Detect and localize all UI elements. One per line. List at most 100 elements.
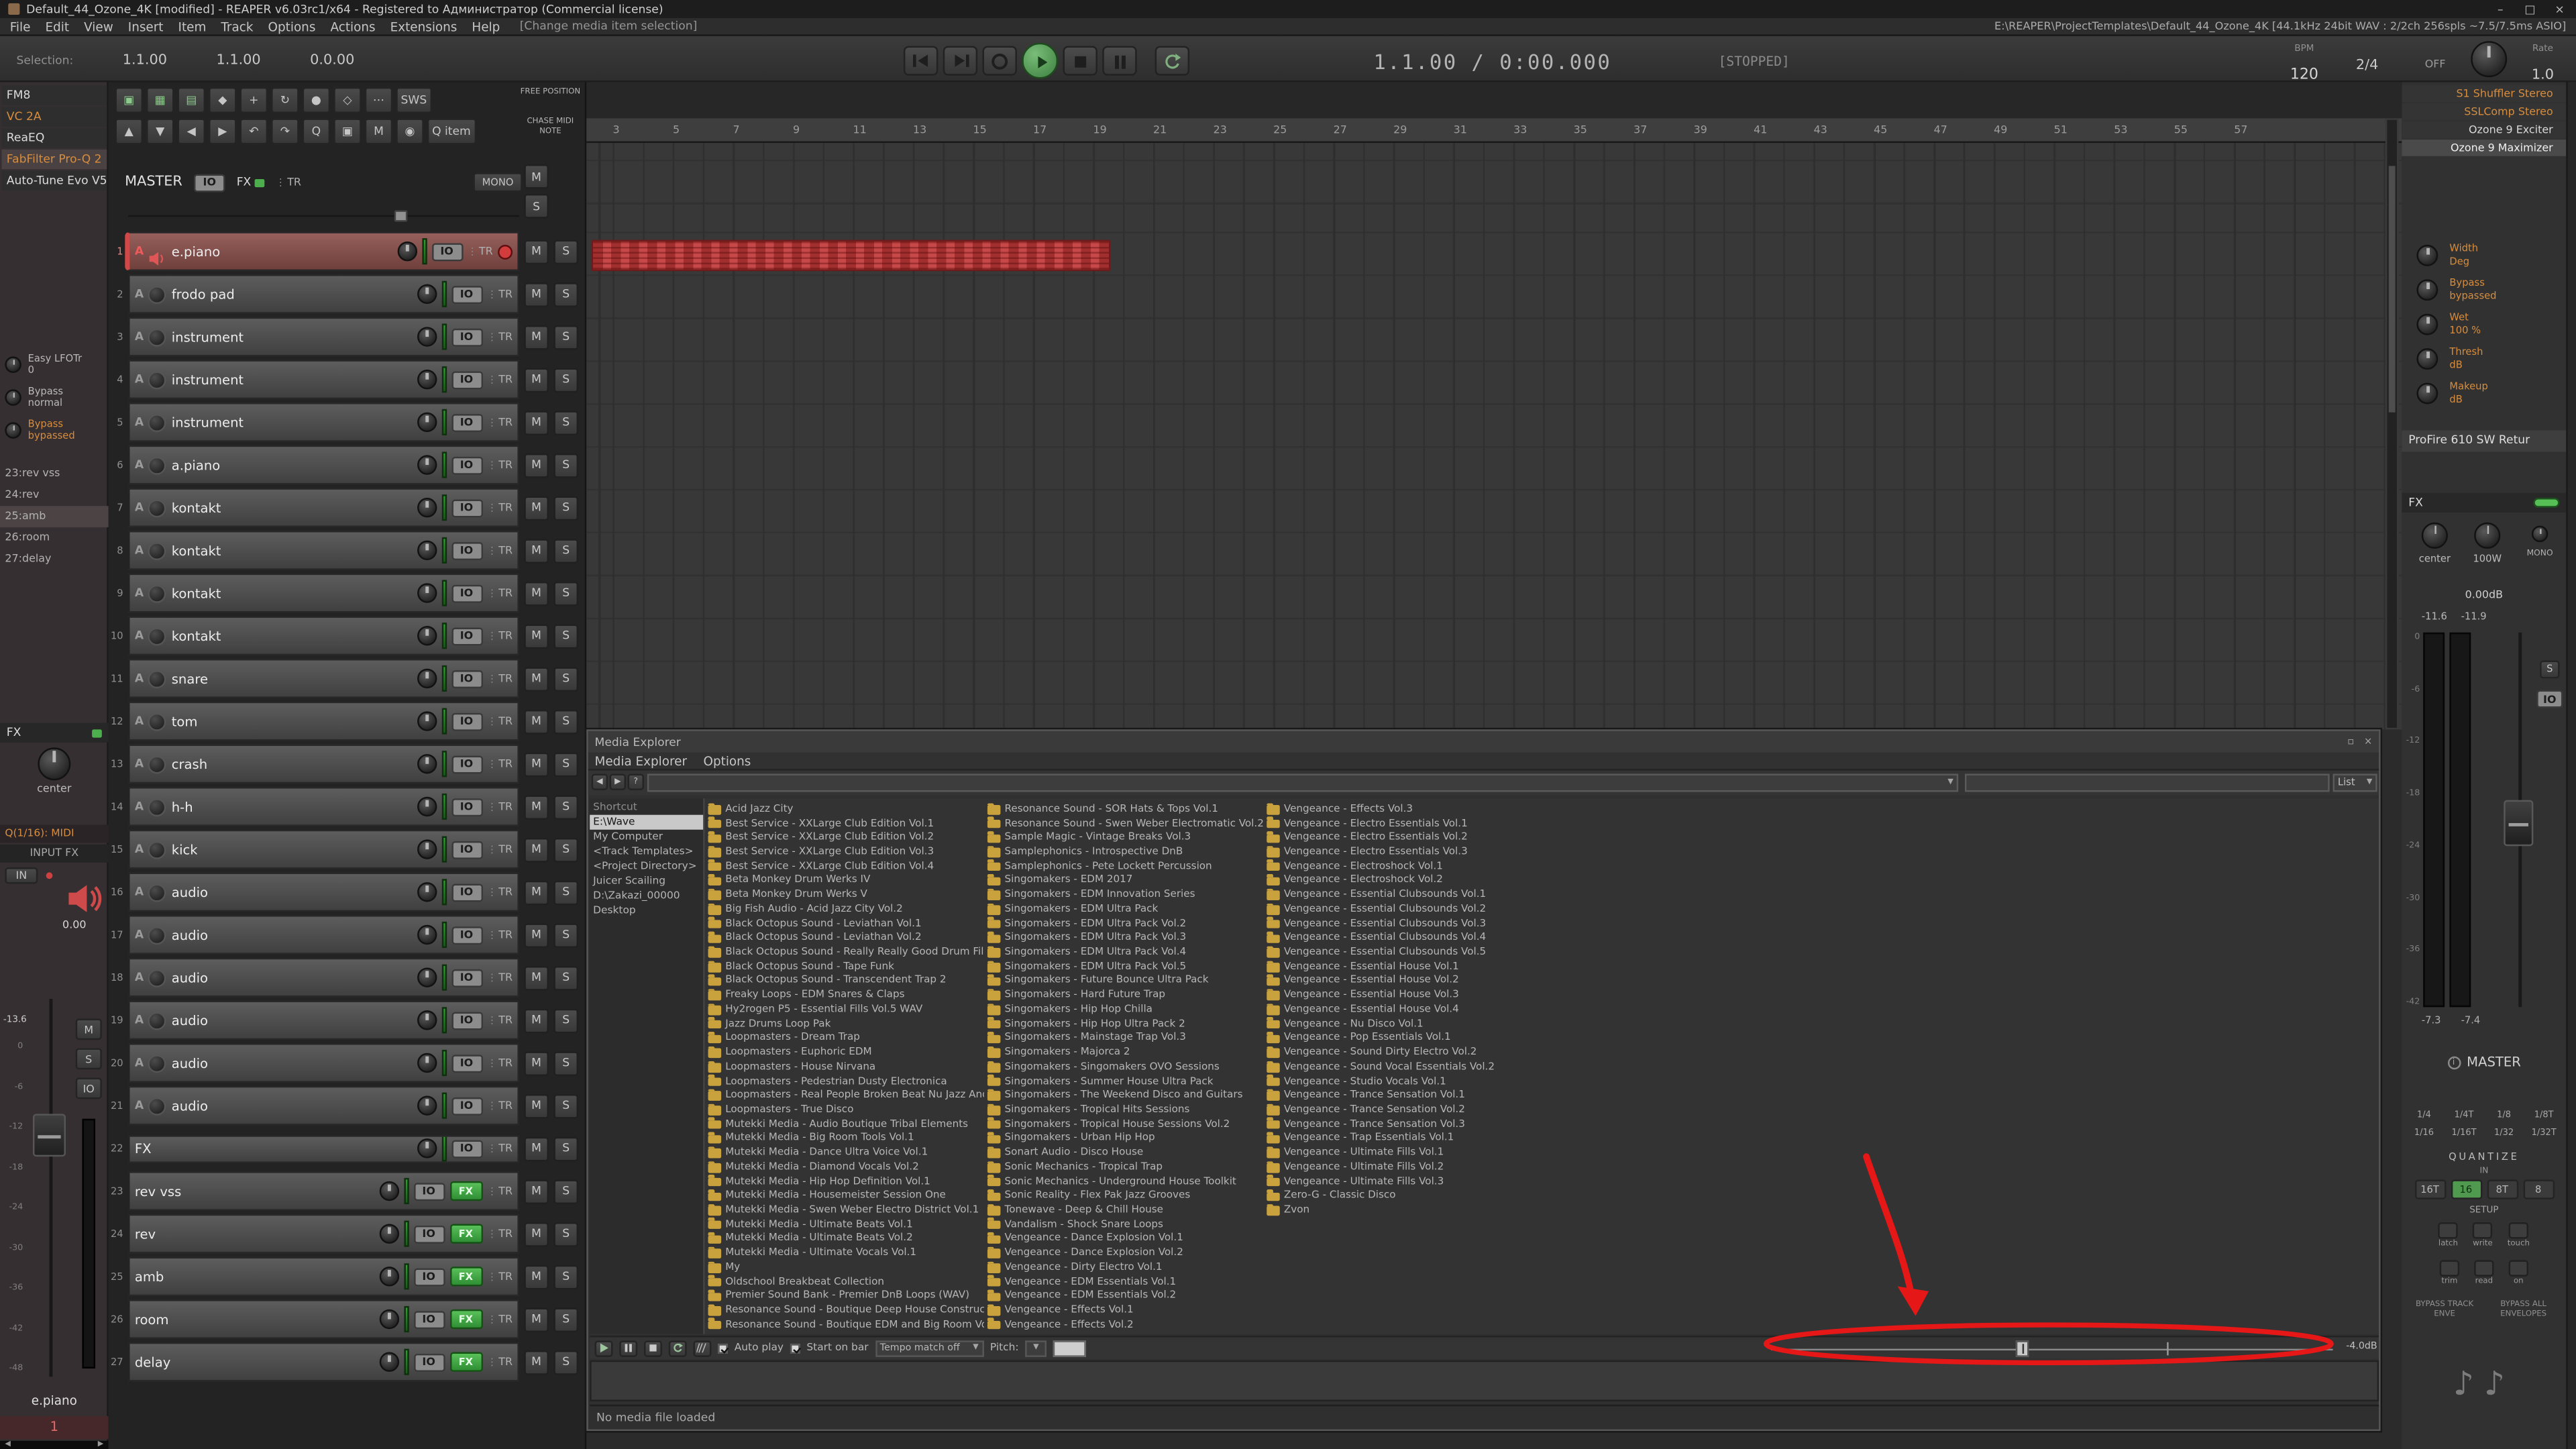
track-name[interactable]: audio — [172, 970, 208, 985]
plugin-param-row[interactable]: Wet100 % — [2402, 307, 2566, 341]
media-folder-item[interactable]: Samplephonics - Introspective DnB — [987, 845, 1263, 859]
media-folder-item[interactable]: Mutekki Media - Ultimate Beats Vol.2 — [708, 1232, 984, 1246]
master-fx-chain-item[interactable]: Ozone 9 Maximizer — [2402, 140, 2566, 156]
master-trim-routing-button[interactable]: ⋮TR — [276, 176, 301, 189]
shortcut-item[interactable]: <Track Templates> — [590, 845, 703, 859]
media-folder-item[interactable]: Black Octopus Sound - Really Really Good… — [708, 945, 984, 959]
mute-button[interactable]: M — [524, 1264, 549, 1289]
media-folder-item[interactable]: Vengeance - Essential Clubsounds Vol.2 — [1267, 902, 1542, 916]
track-name[interactable]: frodo pad — [172, 286, 235, 301]
track-name[interactable]: audio — [172, 1013, 208, 1028]
pan-knob[interactable] — [417, 797, 436, 816]
toolbar-button[interactable]: M — [365, 118, 393, 144]
media-folder-item[interactable]: Beta Monkey Drum Werks V — [708, 888, 984, 902]
record-arm-icon[interactable]: A — [135, 672, 144, 686]
track-panel[interactable]: A audio IO FX ⋮TR — [125, 958, 519, 998]
fx-chain-item[interactable]: FabFilter Pro-Q 2 — [1, 150, 107, 169]
track-name[interactable]: kontakt — [172, 543, 221, 557]
pan-knob[interactable] — [396, 241, 416, 261]
track-panel[interactable]: A kontakt IO FX ⋮TR — [125, 616, 519, 655]
track-row[interactable]: 3 A instrument IO FX ⋮TR M S — [109, 317, 587, 357]
trim-routing-button[interactable]: ⋮TR — [487, 330, 513, 343]
track-panel[interactable]: A a.piano IO FX ⋮TR — [125, 445, 519, 485]
media-folder-item[interactable]: Vengeance - Effects Vol.2 — [987, 1318, 1263, 1332]
track-row[interactable]: 5 A instrument IO FX ⋮TR M S — [109, 402, 587, 442]
mute-button[interactable]: M — [524, 1179, 549, 1203]
solo-button[interactable]: S — [553, 794, 578, 819]
io-button[interactable]: IO — [413, 1267, 445, 1285]
toolbar-button[interactable]: ◀ — [177, 118, 205, 144]
master-solo-button[interactable]: S — [2540, 660, 2559, 678]
scroll-arrows[interactable]: ◀▶ — [0, 1441, 109, 1449]
media-folder-item[interactable]: Sonart Audio - Disco House — [987, 1146, 1263, 1160]
trim-routing-button[interactable]: ⋮TR — [487, 1014, 513, 1027]
trim-routing-button[interactable]: ⋮TR — [487, 544, 513, 557]
automation-button[interactable]: on — [2509, 1260, 2528, 1286]
io-button[interactable]: IO — [451, 456, 482, 474]
pitch-spinner[interactable]: ▼ — [1025, 1340, 1046, 1356]
media-folder-item[interactable]: Oldschool Breakbeat Collection — [708, 1275, 984, 1289]
toolbar-button[interactable]: ▦ — [146, 87, 174, 113]
record-arm-icon[interactable]: A — [135, 1099, 144, 1112]
track-panel[interactable]: A h-h IO FX ⋮TR — [125, 787, 519, 826]
media-folder-item[interactable]: Resonance Sound - Swen Weber Electromati… — [987, 816, 1263, 830]
fx-chain-item[interactable]: ReaEQ — [1, 128, 107, 148]
media-folder-item[interactable]: Vengeance - Sound Dirty Electro Vol.2 — [1267, 1045, 1542, 1059]
solo-button[interactable]: S — [553, 709, 578, 734]
solo-button[interactable]: S — [553, 1093, 578, 1118]
pan-knob[interactable] — [417, 669, 436, 688]
master-fx-chain-item[interactable]: SSLComp Stereo — [2402, 103, 2566, 119]
media-folder-item[interactable]: Premier Sound Bank - Premier DnB Loops (… — [708, 1289, 984, 1303]
bpm-value[interactable]: 120 — [2290, 67, 2318, 83]
selection-start[interactable]: 1.1.00 — [123, 52, 167, 68]
fx-button[interactable]: FX — [449, 1181, 482, 1201]
media-folder-item[interactable]: Vengeance - Nu Disco Vol.1 — [1267, 1016, 1542, 1030]
stop-button[interactable] — [1063, 46, 1097, 76]
info-icon[interactable]: i — [2447, 1055, 2461, 1069]
media-folder-item[interactable]: Singomakers - Hip Hop Ultra Pack 2 — [987, 1016, 1263, 1030]
record-arm-icon[interactable]: A — [135, 714, 144, 728]
pan-knob[interactable] — [417, 583, 436, 602]
media-folder-item[interactable]: Beta Monkey Drum Werks IV — [708, 873, 984, 888]
record-arm-icon[interactable]: A — [135, 843, 144, 856]
media-folder-item[interactable]: Zvon — [1267, 1203, 1542, 1217]
fx-button[interactable]: FX — [449, 1224, 482, 1243]
plugin-param-row[interactable]: Easy LFOTr0 — [5, 348, 107, 381]
track-row[interactable]: 8 A kontakt IO FX ⋮TR M S — [109, 531, 587, 570]
track-panel[interactable]: A audio IO FX ⋮TR — [125, 1086, 519, 1126]
preview-pause-button[interactable] — [619, 1340, 637, 1356]
media-folder-item[interactable]: Singomakers - Majorca 2 — [987, 1045, 1263, 1059]
master-fader-handle[interactable] — [2504, 800, 2533, 847]
master-volume-readout[interactable]: 0.00dB — [2402, 588, 2566, 602]
mute-button[interactable]: M — [524, 581, 549, 606]
track-name[interactable]: kontakt — [172, 629, 221, 643]
toolbar-button[interactable]: ▣ — [115, 87, 143, 113]
track-name[interactable]: h-h — [172, 799, 193, 814]
media-folder-item[interactable]: Mutekki Media - Ultimate Vocals Vol.1 — [708, 1246, 984, 1260]
media-folder-item[interactable]: Big Fish Audio - Acid Jazz City Vol.2 — [708, 902, 984, 916]
fx-button[interactable]: FX — [449, 1309, 482, 1329]
pan-knob[interactable] — [417, 711, 436, 731]
media-folder-item[interactable]: Vengeance - Electro Essentials Vol.3 — [1267, 845, 1542, 859]
track-row[interactable]: 20 A audio IO FX ⋮TR M S — [109, 1043, 587, 1083]
automation-button[interactable]: latch — [2438, 1222, 2458, 1248]
track-panel[interactable]: A e.piano IO FX ⋮TR — [125, 231, 519, 271]
io-button[interactable]: IO — [431, 242, 463, 260]
pan-knob[interactable] — [378, 1181, 398, 1201]
track-name[interactable]: instrument — [172, 329, 244, 344]
rate-slashes-icon[interactable] — [693, 1340, 711, 1356]
solo-button[interactable]: S — [553, 367, 578, 392]
track-name[interactable]: FX — [135, 1141, 152, 1156]
pan-knob[interactable] — [417, 1053, 436, 1073]
io-button[interactable]: IO — [451, 1011, 482, 1029]
path-combobox[interactable]: ▼ — [647, 773, 1958, 792]
pan-knob[interactable] — [417, 541, 436, 560]
track-panel[interactable]: A kontakt IO FX ⋮TR — [125, 574, 519, 613]
pan-knob[interactable] — [378, 1224, 398, 1243]
track-name[interactable]: kick — [172, 842, 198, 857]
media-folder-item[interactable]: Singomakers - Summer House Ultra Pack — [987, 1074, 1263, 1088]
track-panel[interactable]: A audio IO FX ⋮TR — [125, 915, 519, 955]
io-button[interactable]: IO — [451, 413, 482, 431]
mute-button[interactable]: M — [524, 410, 549, 435]
track-panel[interactable]: A instrument IO FX ⋮TR — [125, 317, 519, 357]
